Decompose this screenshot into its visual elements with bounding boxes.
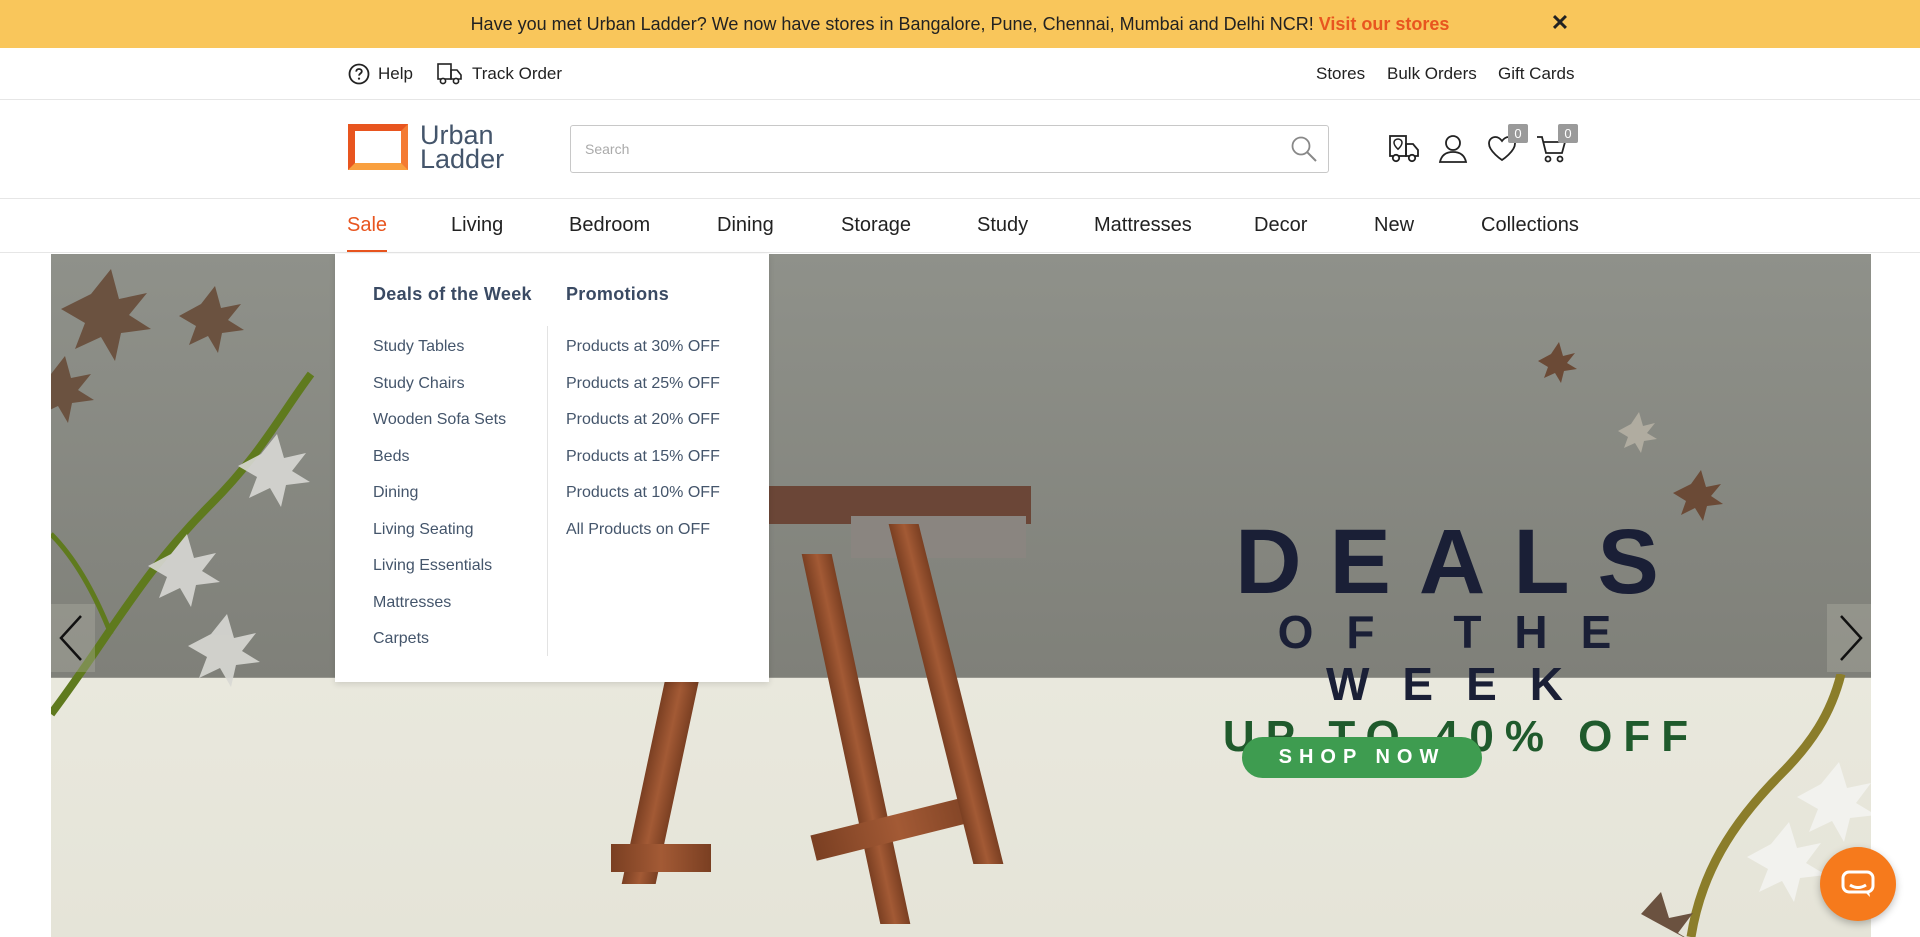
menu-link-20-off[interactable]: Products at 20% OFF bbox=[566, 402, 720, 439]
promotions-column: Promotions Products at 30% OFF Products … bbox=[566, 284, 720, 548]
menu-link-study-chairs[interactable]: Study Chairs bbox=[373, 366, 532, 403]
leaves-left-decoration bbox=[51, 269, 315, 717]
menu-link-15-off[interactable]: Products at 15% OFF bbox=[566, 439, 720, 476]
utility-bar: Help Track Order Stores Bulk Orders Gift… bbox=[0, 48, 1920, 100]
nav-storage[interactable]: Storage bbox=[841, 199, 911, 252]
menu-link-carpets[interactable]: Carpets bbox=[373, 621, 532, 658]
help-link[interactable]: Help bbox=[348, 48, 413, 100]
shop-now-button[interactable]: SHOP NOW bbox=[1242, 737, 1482, 778]
falling-leaves-decoration bbox=[1538, 342, 1723, 521]
desk-leg bbox=[801, 554, 911, 924]
site-header: Urban Ladder 0 bbox=[0, 100, 1920, 199]
account-button[interactable] bbox=[1435, 130, 1471, 166]
menu-link-living-seating[interactable]: Living Seating bbox=[373, 512, 532, 549]
chevron-left-icon bbox=[59, 615, 82, 661]
desk-drawer bbox=[851, 516, 1026, 558]
menu-link-study-tables[interactable]: Study Tables bbox=[373, 329, 532, 366]
menu-link-mattresses[interactable]: Mattresses bbox=[373, 585, 532, 622]
chat-button[interactable] bbox=[1820, 847, 1896, 921]
menu-link-30-off[interactable]: Products at 30% OFF bbox=[566, 329, 720, 366]
hero-line1: DEALS bbox=[1235, 511, 1687, 613]
menu-divider bbox=[547, 326, 548, 656]
hero-line2: OF THE WEEK bbox=[1277, 606, 1645, 710]
urban-ladder-logo[interactable]: Urban Ladder bbox=[348, 122, 518, 174]
menu-link-living-essentials[interactable]: Living Essentials bbox=[373, 548, 532, 585]
nav-new[interactable]: New bbox=[1374, 199, 1414, 252]
nav-living[interactable]: Living bbox=[451, 199, 503, 252]
search-icon[interactable] bbox=[1290, 135, 1318, 163]
announcement-bar: Have you met Urban Ladder? We now have s… bbox=[0, 0, 1920, 48]
announcement-text: Have you met Urban Ladder? We now have s… bbox=[470, 13, 1314, 34]
sale-dropdown-menu: Deals of the Week Study Tables Study Cha… bbox=[335, 254, 769, 682]
visit-stores-link[interactable]: Visit our stores bbox=[1319, 14, 1450, 35]
menu-link-wooden-sofa-sets[interactable]: Wooden Sofa Sets bbox=[373, 402, 532, 439]
close-icon[interactable]: ✕ bbox=[1549, 12, 1571, 34]
carousel-prev-button[interactable] bbox=[51, 604, 95, 672]
deals-column: Deals of the Week Study Tables Study Cha… bbox=[373, 284, 532, 658]
stores-link[interactable]: Stores bbox=[1316, 48, 1365, 100]
cart-count-badge: 0 bbox=[1558, 124, 1578, 143]
carousel-next-button[interactable] bbox=[1827, 604, 1871, 672]
search-box bbox=[570, 125, 1329, 173]
menu-link-25-off[interactable]: Products at 25% OFF bbox=[566, 366, 720, 403]
search-input[interactable] bbox=[571, 126, 1271, 172]
truck-icon bbox=[437, 63, 462, 85]
menu-link-all-off[interactable]: All Products on OFF bbox=[566, 512, 720, 549]
menu-link-beds[interactable]: Beds bbox=[373, 439, 532, 476]
truck-icon bbox=[1389, 135, 1419, 163]
nav-sale[interactable]: Sale bbox=[347, 199, 388, 252]
gift-cards-link[interactable]: Gift Cards bbox=[1498, 48, 1575, 100]
main-nav: Sale Living Bedroom Dining Storage Study… bbox=[0, 199, 1920, 253]
nav-dining[interactable]: Dining bbox=[717, 199, 774, 252]
chevron-right-icon bbox=[1840, 615, 1863, 661]
chat-icon bbox=[1841, 870, 1875, 897]
hero-banner[interactable]: DEALS OF THE WEEK UP TO 40% OFF SHOP NOW bbox=[51, 254, 1871, 937]
menu-link-dining[interactable]: Dining bbox=[373, 475, 532, 512]
nav-mattresses[interactable]: Mattresses bbox=[1094, 199, 1192, 252]
bulk-orders-link[interactable]: Bulk Orders bbox=[1387, 48, 1477, 100]
user-icon bbox=[1438, 135, 1468, 163]
wishlist-button[interactable]: 0 bbox=[1484, 124, 1528, 166]
cart-button[interactable]: 0 bbox=[1534, 124, 1578, 166]
track-order-label: Track Order bbox=[472, 64, 563, 83]
promotions-column-title: Promotions bbox=[566, 284, 670, 304]
logo-mark-icon bbox=[348, 124, 408, 170]
wishlist-count-badge: 0 bbox=[1508, 124, 1528, 143]
menu-link-10-off[interactable]: Products at 10% OFF bbox=[566, 475, 720, 512]
nav-study[interactable]: Study bbox=[977, 199, 1028, 252]
store-locator-button[interactable] bbox=[1386, 130, 1422, 166]
track-order-link[interactable]: Track Order bbox=[436, 48, 562, 100]
nav-decor[interactable]: Decor bbox=[1254, 199, 1307, 252]
desk-foot bbox=[611, 844, 711, 872]
nav-bedroom[interactable]: Bedroom bbox=[569, 199, 650, 252]
hero-headline: DEALS OF THE WEEK UP TO 40% OFF bbox=[1151, 514, 1771, 764]
nav-collections[interactable]: Collections bbox=[1481, 199, 1579, 252]
deals-column-title: Deals of the Week bbox=[373, 284, 532, 304]
logo-line2: Ladder bbox=[420, 144, 505, 174]
help-icon bbox=[348, 63, 370, 85]
help-label: Help bbox=[378, 64, 413, 83]
